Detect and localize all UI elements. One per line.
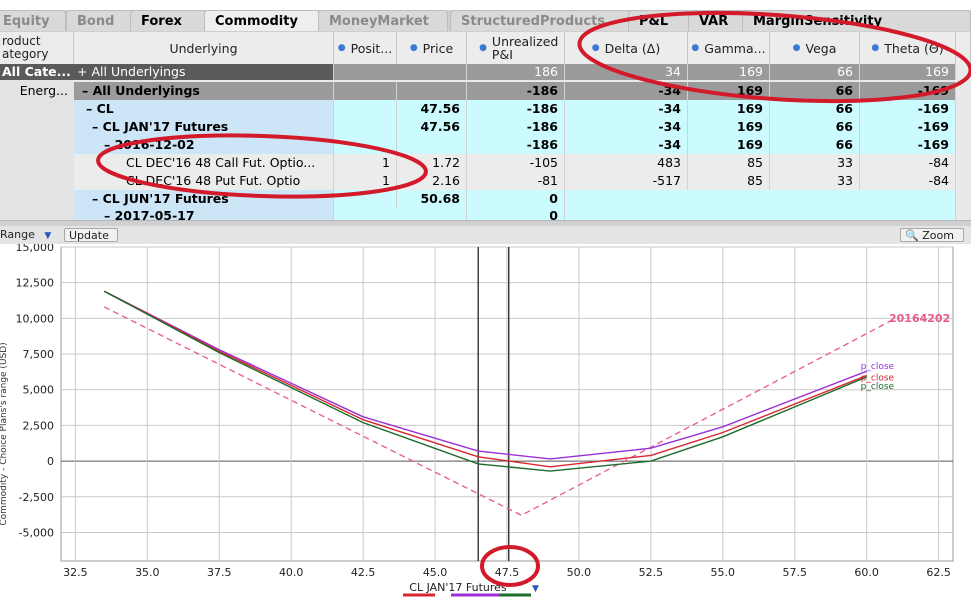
x-tick-label: 42.5 xyxy=(351,566,376,579)
series-label: 20164202 xyxy=(889,312,950,325)
y-tick-label: 15,000 xyxy=(16,244,55,254)
x-axis-dropdown-icon[interactable]: ▼ xyxy=(532,584,539,594)
y-tick-label: 0 xyxy=(47,455,54,468)
y-tick-label: 2,500 xyxy=(23,419,55,432)
x-tick-label: 40.0 xyxy=(279,566,304,579)
grid-annotations xyxy=(96,10,971,199)
y-axis-ticks: 15,000 12,500 10,000 7,500 5,000 2,500 0 -2,500… xyxy=(16,244,55,539)
x-tick-label: 32.5 xyxy=(63,566,88,579)
x-tick-label: 57.5 xyxy=(782,566,807,579)
series-label: p_close xyxy=(861,362,895,372)
x-axis-ticks: 32.5 35.0 37.5 40.0 42.5 45.0 47.5 50.0 52.5 55.0… xyxy=(63,566,951,579)
series-label: p_close xyxy=(861,382,895,392)
payoff-chart: 15,000 12,500 10,000 7,500 5,000 2,500 0 -2,500… xyxy=(0,244,954,597)
x-tick-label: 55.0 xyxy=(711,566,736,579)
annotation-oval-options xyxy=(96,133,428,199)
y-axis-label: Commodity - Choice Plans's range (USD) xyxy=(0,342,9,525)
y-tick-label: -2,500 xyxy=(19,491,54,504)
y-tick-label: 5,000 xyxy=(23,384,55,397)
x-tick-label: 35.0 xyxy=(135,566,160,579)
annotation-oval-greeks xyxy=(577,10,971,104)
x-tick-label: 45.0 xyxy=(423,566,448,579)
y-tick-label: 7,500 xyxy=(23,348,55,361)
x-tick-label: 47.5 xyxy=(495,566,520,579)
x-tick-label: 52.5 xyxy=(639,566,664,579)
x-tick-label: 37.5 xyxy=(207,566,232,579)
y-tick-label: 10,000 xyxy=(16,312,55,325)
x-tick-label: 62.5 xyxy=(926,566,951,579)
chart-grid xyxy=(60,246,954,562)
y-tick-label: 12,500 xyxy=(16,277,55,290)
y-tick-label: -5,000 xyxy=(19,526,54,539)
x-tick-label: 60.0 xyxy=(854,566,879,579)
x-tick-label: 50.0 xyxy=(567,566,592,579)
